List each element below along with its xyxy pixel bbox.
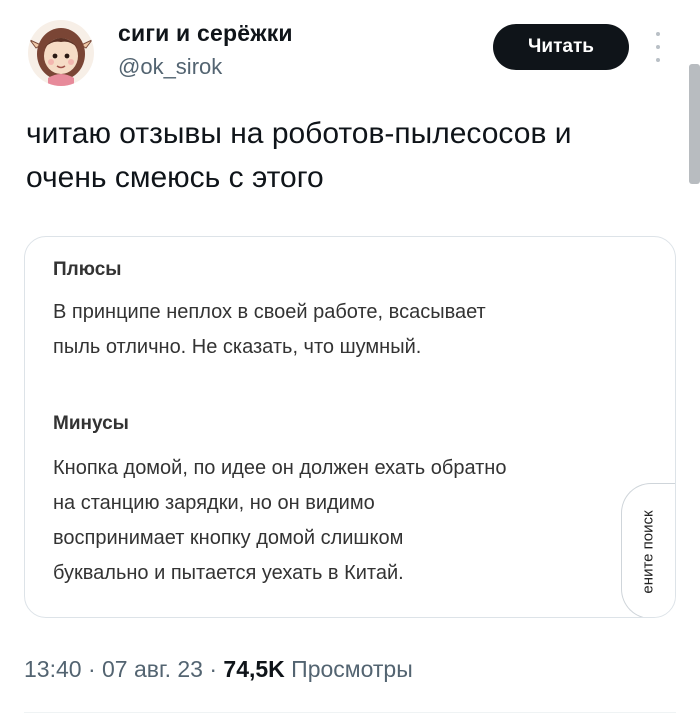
more-dot	[656, 45, 660, 49]
author-handle[interactable]: @ok_sirok	[118, 54, 222, 80]
follow-button[interactable]: Читать	[493, 24, 629, 70]
tweet-text-line: очень смеюсь с этого	[26, 161, 324, 194]
meta-separator: ·	[87, 656, 96, 682]
more-dot	[656, 58, 660, 62]
tweet-meta: 13:40 · 07 авг. 23 · 74,5K Просмотры	[24, 656, 413, 683]
divider	[24, 712, 676, 713]
cons-heading: Минусы	[53, 413, 129, 434]
pros-text: В принципе неплох в своей работе, всасыв…	[53, 295, 643, 365]
cons-text-line: воспринимает кнопку домой слишком	[53, 527, 404, 549]
tweet-text: читаю отзывы на роботов-пылесосов и очен…	[26, 112, 676, 200]
cons-text-line: на станцию зарядки, но он видимо	[53, 492, 375, 514]
views-count: 74,5K	[223, 656, 285, 682]
views-label: Просмотры	[291, 656, 413, 682]
more-vertical-icon[interactable]	[650, 32, 666, 62]
pros-heading: Плюсы	[53, 259, 122, 280]
review-card-image[interactable]: Плюсы В принципе неплох в своей работе, …	[24, 236, 676, 618]
more-dot	[656, 32, 660, 36]
avatar[interactable]	[28, 20, 94, 86]
tweet-time[interactable]: 13:40	[24, 656, 82, 682]
meta-separator: ·	[209, 656, 218, 682]
tweet-date[interactable]: 07 авг. 23	[102, 656, 203, 682]
cons-text-line: Кнопка домой, по идее он должен ехать об…	[53, 457, 507, 479]
search-side-tab-label: ените поиск	[639, 510, 657, 594]
pros-text-line: пыль отлично. Не сказать, что шумный.	[53, 336, 422, 358]
search-side-tab[interactable]: ените поиск	[621, 483, 675, 617]
cons-text-line: буквально и пытается уехать в Китай.	[53, 562, 404, 584]
author-display-name[interactable]: сиги и серёжки	[118, 20, 293, 47]
scrollbar-thumb[interactable]	[689, 64, 700, 184]
cons-text: Кнопка домой, по идее он должен ехать об…	[53, 451, 643, 591]
girl-avatar-icon	[29, 28, 93, 86]
pros-text-line: В принципе неплох в своей работе, всасыв…	[53, 301, 486, 323]
tweet-text-line: читаю отзывы на роботов-пылесосов и	[26, 117, 572, 150]
